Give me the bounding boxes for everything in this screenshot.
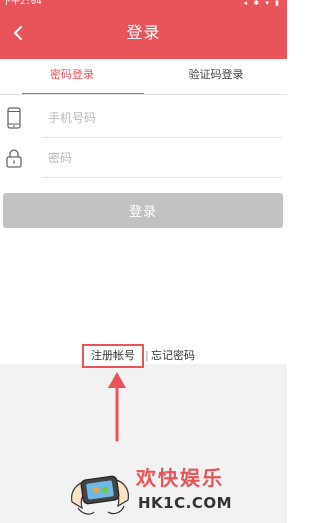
login-button[interactable]: 登录 [3,193,283,228]
tab-sms-login[interactable]: 验证码登录 [144,59,288,94]
phone-icon [4,106,24,130]
password-underline [42,177,282,178]
page-title: 登录 [126,23,161,42]
lock-icon [4,146,24,170]
forgot-password-link[interactable]: 忘记密码 [151,348,195,364]
account-links: 注册帐号 | 忘记密码 [0,343,287,369]
gamepad-hands-icon [71,475,129,515]
password-field-row [0,138,287,178]
status-bar: 下午2:04 ◂ ✱ ▾ ▮ [0,0,287,8]
header-bar: 登录 [0,8,287,59]
watermark-name: 欢快娱乐 [136,466,224,490]
tabs-divider [0,94,287,95]
status-icons: ◂ ✱ ▾ ▮ [243,0,281,7]
phone-input[interactable] [40,98,280,138]
status-time: 下午2:04 [2,0,42,7]
annotation-arrow-icon [108,372,126,442]
login-tabs: 密码登录 验证码登录 [0,59,288,95]
watermark-site: HK1C.COM [138,494,233,512]
register-account-link[interactable]: 注册帐号 [82,344,144,368]
phone-field-row [0,98,287,138]
link-separator: | [145,349,149,362]
password-input[interactable] [40,138,280,178]
tab-password-login[interactable]: 密码登录 [0,59,144,94]
watermark: 欢快娱乐 HK1C.COM [68,462,232,520]
